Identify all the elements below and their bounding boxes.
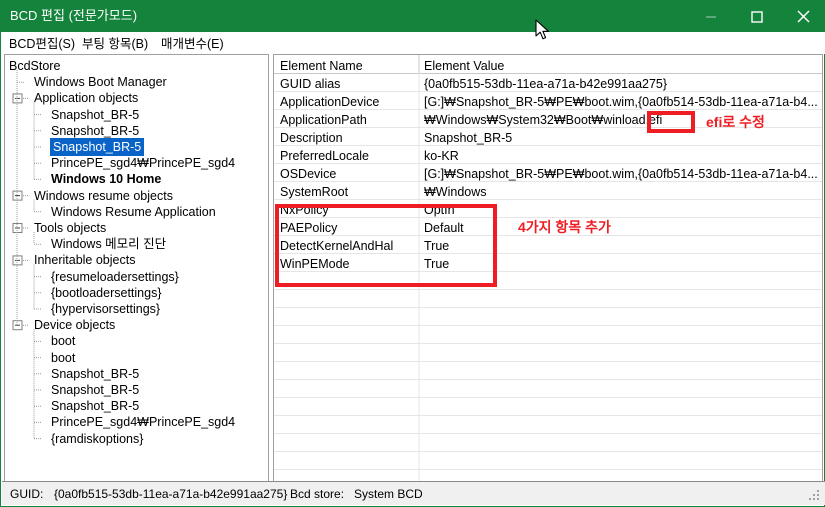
element-value-cell: Default [424, 221, 464, 235]
element-value-cell: True [424, 239, 450, 253]
tree-node[interactable]: Snapshot_BR-5 [51, 398, 139, 414]
tree-node[interactable]: Windows 메모리 진단 [51, 236, 166, 252]
tree-node[interactable]: Windows 10 Home [51, 171, 161, 187]
status-store-value: System BCD [354, 487, 423, 501]
status-guid-label: GUID: [10, 487, 44, 501]
resize-grip-icon[interactable] [809, 490, 821, 502]
window-controls [688, 1, 825, 32]
element-value-cell: ko-KR [424, 149, 459, 163]
close-icon[interactable] [780, 1, 825, 32]
tree-node[interactable]: {resumeloadersettings} [51, 269, 179, 285]
tree-node[interactable]: Application objects [34, 90, 138, 106]
tree-node[interactable]: BcdStore [9, 58, 60, 74]
element-name-cell: GUID alias [280, 77, 341, 91]
tree-node[interactable]: Tools objects [34, 220, 106, 236]
menu-item-parameters[interactable]: 매개변수(E) [158, 35, 227, 53]
tree-node[interactable]: {bootloadersettings} [51, 285, 162, 301]
tree-node[interactable]: Snapshot_BR-5 [51, 366, 139, 382]
tree-node[interactable]: Snapshot_BR-5 [51, 123, 139, 139]
element-name-cell: PAEPolicy [280, 221, 338, 235]
tree-node[interactable]: boot [51, 350, 75, 366]
column-header-element-name: Element Name [280, 59, 363, 73]
tree-node[interactable]: PrincePE_sgd4₩PrincePE_sgd4 [51, 155, 235, 171]
tree-node[interactable]: Device objects [34, 317, 115, 333]
element-value-cell: {0a0fb515-53db-11ea-a71a-b42e991aa275} [424, 77, 668, 91]
tree-node[interactable]: Inheritable objects [34, 252, 135, 268]
bcd-editor-window: BCD 편집 (전문가모드) BCD편집(S) 부팅 항목(B) 매개변수(E)… [0, 0, 825, 507]
tree-node[interactable]: Snapshot_BR-5 [51, 382, 139, 398]
bcd-tree: BcdStore Windows Boot Manager Application … [5, 55, 268, 481]
tree-node[interactable]: Windows Resume Application [51, 204, 216, 220]
element-value-cell: [G:]₩Snapshot_BR-5₩PE₩boot.wim,{0a0fb514… [424, 95, 818, 109]
element-value-cell: ₩Windows [424, 185, 487, 199]
tree-node[interactable]: {ramdiskoptions} [51, 431, 143, 447]
element-value-cell: OptIn [424, 203, 455, 217]
element-value-cell: True [424, 257, 450, 271]
minimize-icon[interactable] [688, 1, 734, 32]
four-items-annotation-text: 4가지 항목 추가 [518, 219, 611, 235]
window-title: BCD 편집 (전문가모드) [10, 8, 138, 23]
element-name-cell: Description [280, 131, 343, 145]
bcd-tree-panel[interactable]: BcdStore Windows Boot Manager Application … [4, 54, 269, 482]
element-name-cell: ApplicationDevice [280, 95, 380, 109]
status-store-label: Bcd store: [290, 487, 345, 501]
status-bar: GUID: {0a0fb515-53db-11ea-a71a-b42e991aa… [2, 481, 825, 505]
element-name-cell: WinPEMode [280, 257, 350, 271]
element-value-cell: Snapshot_BR-5 [424, 131, 513, 145]
menu-item-bcd-edit[interactable]: BCD편집(S) [6, 35, 78, 53]
menu-item-boot-entry[interactable]: 부팅 항목(B) [79, 35, 151, 53]
element-name-cell: OSDevice [280, 167, 337, 181]
tree-node[interactable]: boot [51, 333, 75, 349]
maximize-icon[interactable] [734, 1, 780, 32]
element-name-cell: ApplicationPath [280, 113, 367, 127]
efi-annotation-text: efi로 수정 [706, 114, 765, 130]
element-name-cell: SystemRoot [280, 185, 349, 199]
status-guid-value: {0a0fb515-53db-11ea-a71a-b42e991aa275} [54, 487, 288, 501]
element-value-cell: [G:]₩Snapshot_BR-5₩PE₩boot.wim,{0a0fb514… [424, 167, 818, 181]
element-name-cell: NxPolicy [280, 203, 329, 217]
tree-node[interactable]: Snapshot_BR-5 [51, 107, 139, 123]
element-name-cell: PreferredLocale [280, 149, 369, 163]
tree-node[interactable]: Windows resume objects [34, 188, 173, 204]
element-name-cell: DetectKernelAndHal [280, 239, 394, 253]
element-value-cell: ₩Windows₩System32₩Boot₩winload.efi [424, 113, 663, 127]
title-bar[interactable]: BCD 편집 (전문가모드) [1, 1, 825, 32]
column-header-element-value: Element Value [424, 59, 505, 73]
tree-node[interactable]: {hypervisorsettings} [51, 301, 160, 317]
tree-node[interactable]: Windows Boot Manager [34, 74, 167, 90]
menu-bar: BCD편집(S) 부팅 항목(B) 매개변수(E) [1, 32, 825, 54]
tree-node[interactable]: Snapshot_BR-5 [51, 139, 144, 155]
tree-node[interactable]: PrincePE_sgd4₩PrincePE_sgd4 [51, 414, 235, 430]
